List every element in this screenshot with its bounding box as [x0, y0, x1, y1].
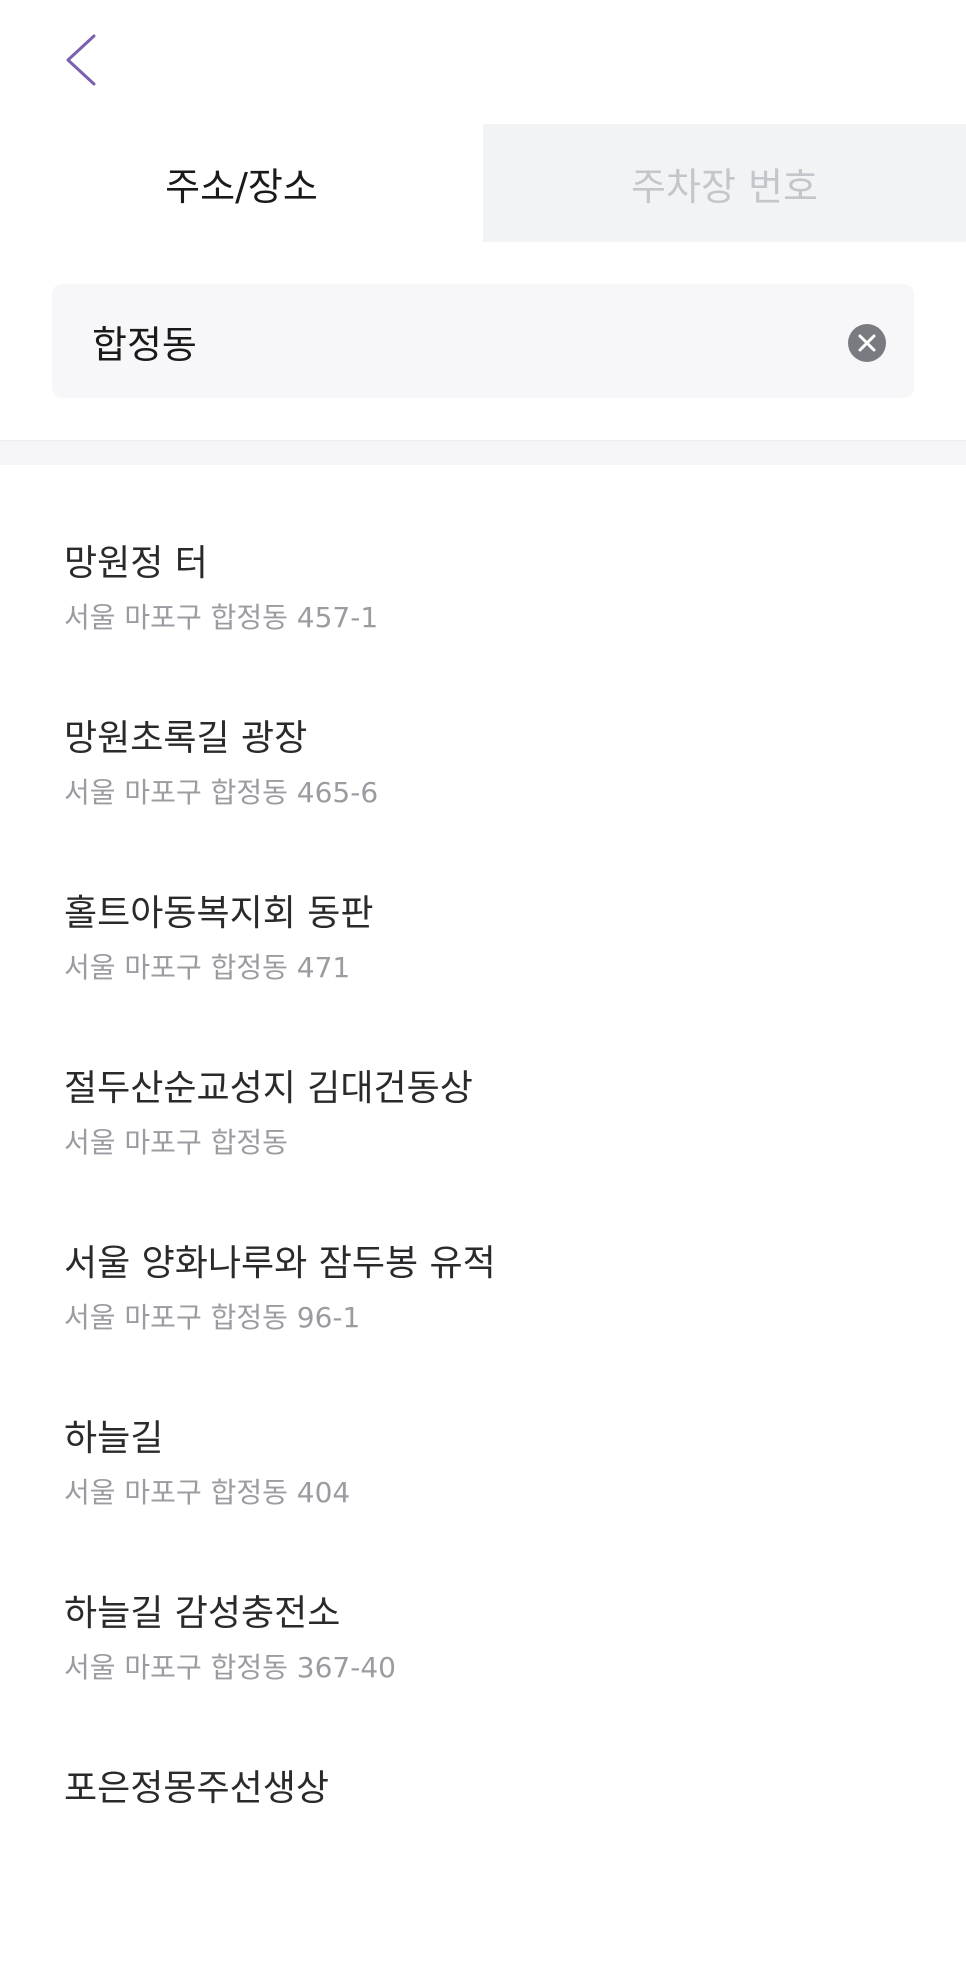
tab-address-place[interactable]: 주소/장소	[0, 124, 483, 242]
result-name: 서울 양화나루와 잠두봉 유적	[64, 1243, 496, 1284]
list-item[interactable]: 포은정몽주선생상	[0, 1768, 966, 1964]
result-address: 서울 마포구 합정동 96-1	[64, 1301, 361, 1334]
result-address: 서울 마포구 합정동	[64, 1126, 288, 1159]
result-address: 서울 마포구 합정동 465-6	[64, 776, 379, 809]
result-name: 절두산순교성지 김대건동상	[64, 1068, 473, 1109]
result-name: 홀트아동복지회 동판	[64, 893, 374, 934]
back-button[interactable]	[52, 30, 112, 90]
result-name: 망원초록길 광장	[64, 718, 308, 759]
header	[0, 0, 966, 124]
tab-parking-number[interactable]: 주차장 번호	[483, 124, 966, 242]
result-address: 서울 마포구 합정동 471	[64, 951, 351, 984]
tab-label: 주소/장소	[165, 164, 318, 209]
clear-circle-icon	[858, 334, 876, 352]
tab-label: 주차장 번호	[631, 164, 818, 209]
search-type-tabs: 주소/장소 주차장 번호	[0, 124, 966, 242]
search-box	[52, 284, 914, 398]
result-address: 서울 마포구 합정동 404	[64, 1476, 351, 1509]
result-name: 망원정 터	[64, 543, 208, 584]
chevron-left-icon	[66, 34, 96, 86]
result-name: 하늘길	[64, 1418, 164, 1459]
section-divider	[0, 440, 966, 465]
result-address: 서울 마포구 합정동 457-1	[64, 601, 379, 634]
result-name: 하늘길 감성충전소	[64, 1593, 341, 1634]
result-name: 포은정몽주선생상	[64, 1768, 329, 1809]
clear-button[interactable]	[848, 324, 886, 362]
result-address: 서울 마포구 합정동 367-40	[64, 1651, 396, 1684]
results-list: 망원정 터 서울 마포구 합정동 457-1 망원초록길 광장 서울 마포구 합…	[0, 464, 966, 1964]
search-input[interactable]	[92, 284, 812, 398]
